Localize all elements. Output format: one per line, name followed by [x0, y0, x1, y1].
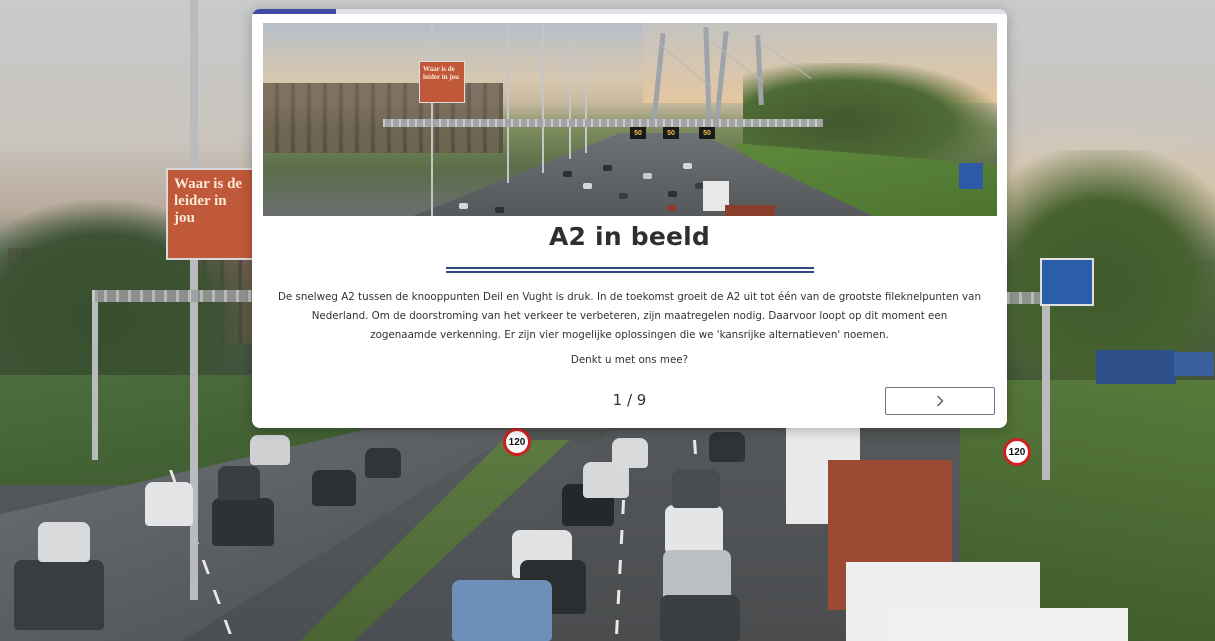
- car: [145, 482, 193, 526]
- car: [660, 595, 740, 641]
- car: [212, 498, 274, 546]
- chevron-right-icon: [936, 395, 944, 407]
- direction-sign: [1040, 258, 1094, 306]
- car: [250, 435, 290, 465]
- car: [218, 466, 260, 500]
- car: [312, 470, 356, 506]
- car: [619, 193, 628, 199]
- hero-billboard-text: Waar is de leider in jou: [423, 65, 460, 81]
- hero-image: Waar is de leider in jou 50 50 50: [263, 23, 997, 216]
- gantry: [92, 290, 252, 302]
- light-pole: [585, 53, 587, 153]
- car: [459, 203, 468, 209]
- slide-card: Waar is de leider in jou 50 50 50 A2 in …: [252, 9, 1007, 428]
- car: [709, 432, 745, 462]
- speed-limit-sign: 120: [503, 428, 531, 456]
- car: [14, 560, 104, 630]
- truck: [1096, 350, 1176, 384]
- car: [583, 183, 592, 189]
- car: [668, 191, 677, 197]
- car: [683, 163, 692, 169]
- van: [452, 580, 552, 641]
- title-divider-top: [446, 267, 814, 269]
- hero-buildings: [263, 83, 503, 153]
- truck: [959, 163, 983, 189]
- car: [667, 205, 676, 211]
- slide-intro-text: De snelweg A2 tussen de knooppunten Deil…: [278, 291, 981, 341]
- slide-title: A2 in beeld: [549, 222, 710, 251]
- car: [495, 207, 504, 213]
- car: [672, 470, 720, 508]
- truck: [725, 205, 775, 216]
- light-pole: [569, 39, 571, 159]
- speed-limit-sign: 120: [1003, 438, 1031, 466]
- slide-question: Denkt u met ons mee?: [570, 354, 689, 366]
- billboard-text: Waar is de leider in jou: [174, 176, 243, 226]
- billboard: Waar is de leider in jou: [166, 168, 256, 260]
- car: [612, 438, 648, 468]
- truck: [1174, 352, 1214, 376]
- truck: [888, 608, 1128, 641]
- gantry-pole: [92, 290, 98, 460]
- progress-bar-fill: [252, 9, 336, 14]
- light-pole: [542, 23, 544, 173]
- car: [38, 522, 90, 562]
- hero-gantry: [383, 119, 823, 127]
- car: [563, 171, 572, 177]
- next-button[interactable]: [885, 387, 995, 415]
- light-pole: [507, 23, 509, 183]
- gantry-pole: [1042, 290, 1050, 480]
- vms-sign: 50: [699, 127, 715, 139]
- car: [365, 448, 401, 478]
- car: [643, 173, 652, 179]
- car: [665, 505, 723, 553]
- car: [603, 165, 612, 171]
- hero-billboard: Waar is de leider in jou: [419, 61, 465, 103]
- title-divider-bottom: [446, 271, 814, 273]
- vms-sign: 50: [663, 127, 679, 139]
- vms-sign: 50: [630, 127, 646, 139]
- progress-bar: [252, 9, 1007, 14]
